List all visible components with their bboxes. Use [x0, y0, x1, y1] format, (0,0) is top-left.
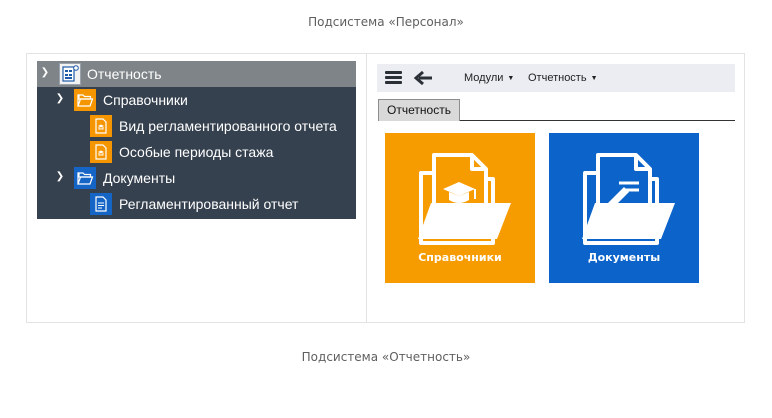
reporting-menu-label: Отчетность [528, 72, 587, 84]
catalog-document-icon [90, 141, 112, 163]
panel-divider [366, 54, 367, 322]
chevron-down-icon[interactable]: ❯ [39, 61, 51, 87]
bottom-caption: Подсистема «Отчетность» [301, 350, 471, 364]
open-folder-icon [74, 89, 96, 111]
chevron-down-icon[interactable]: ❯ [54, 165, 66, 191]
tab-reporting[interactable]: Отчетность [378, 99, 460, 121]
tree-item-label: Документы [103, 170, 176, 186]
reporting-menu[interactable]: Отчетность ▼ [528, 64, 598, 92]
tree-item-reporting[interactable]: ❯ Отчетность [37, 61, 356, 87]
tree-item-documents[interactable]: ❯ Документы [37, 165, 356, 191]
documents-folder-icon [582, 153, 675, 245]
tree-item-regulated-report[interactable]: Регламентированный отчет [37, 191, 356, 217]
tree-item-report-type[interactable]: Вид регламентированного отчета [37, 113, 356, 139]
document-icon [90, 193, 112, 215]
chevron-down-icon[interactable]: ❯ [54, 87, 66, 113]
report-module-icon [59, 63, 81, 85]
modules-menu-label: Модули [464, 72, 504, 84]
open-folder-icon [74, 167, 96, 189]
tree-item-label: Вид регламентированного отчета [119, 118, 337, 134]
modules-menu[interactable]: Модули ▼ [464, 64, 514, 92]
catalog-folder-icon [418, 153, 511, 245]
documents-tile-label: Документы [587, 251, 661, 264]
caret-down-icon: ▼ [507, 75, 515, 82]
top-caption: Подсистема «Персонал» [308, 15, 464, 29]
top-toolbar: Модули ▼ Отчетность ▼ [377, 64, 735, 92]
catalogs-tile[interactable]: Справочники [385, 133, 535, 283]
back-arrow-icon[interactable] [414, 70, 434, 86]
navigation-tree: ❯ Отчетность ❯ Справочники Вид регламент… [37, 61, 356, 219]
tree-item-label: Особые периоды стажа [119, 144, 274, 160]
tree-item-label: Справочники [103, 92, 188, 108]
tree-item-label: Регламентированный отчет [119, 196, 299, 212]
catalog-document-icon [90, 115, 112, 137]
tree-item-catalogs[interactable]: ❯ Справочники [37, 87, 356, 113]
hamburger-menu-icon[interactable] [385, 71, 402, 85]
catalogs-tile-label: Справочники [418, 251, 502, 264]
caret-down-icon: ▼ [590, 75, 598, 82]
tab-underline [460, 120, 735, 121]
tree-item-special-periods[interactable]: Особые периоды стажа [37, 139, 356, 165]
tree-item-label: Отчетность [87, 66, 162, 82]
documents-tile[interactable]: Документы [549, 133, 699, 283]
